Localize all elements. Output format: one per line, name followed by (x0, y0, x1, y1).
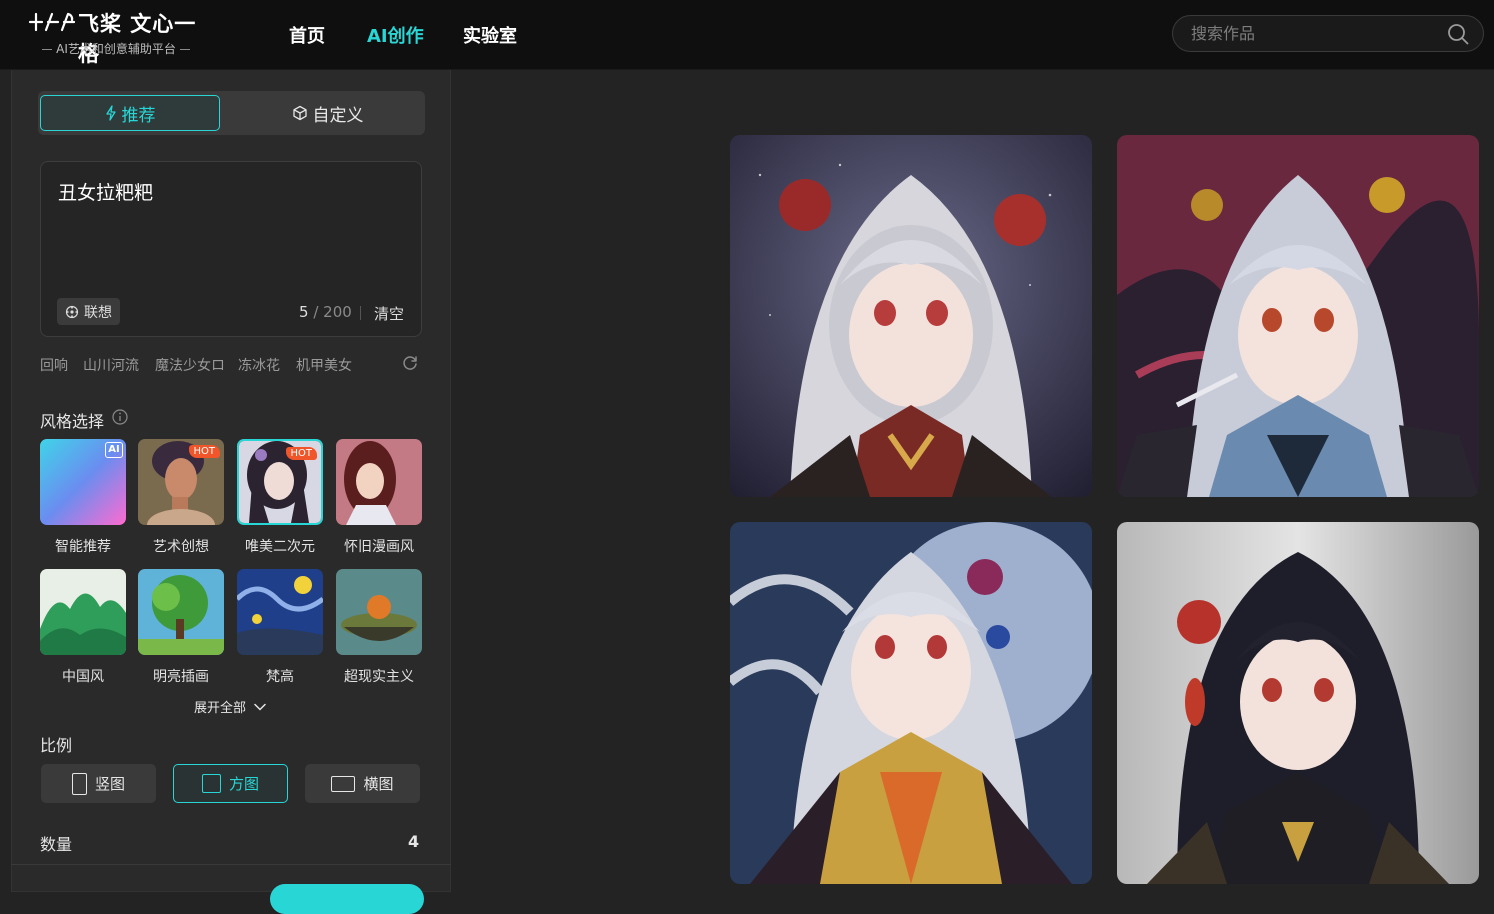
portrait-ratio-icon (71, 772, 87, 795)
char-counter: 5 / 200 (299, 303, 352, 321)
panel-divider (11, 864, 451, 865)
ratio-landscape-button[interactable]: 横图 (305, 764, 420, 803)
ai-badge: AI (105, 442, 123, 458)
logo[interactable]: 飞桨 文心一格 AI艺术和创意辅助平台 (28, 8, 208, 66)
associate-label: 联想 (84, 304, 112, 321)
char-count: 5 (299, 303, 309, 321)
result-image[interactable] (1117, 135, 1479, 497)
surreal-thumb (336, 569, 422, 655)
result-image[interactable] (730, 522, 1092, 884)
style-card-chinese[interactable] (40, 569, 126, 655)
paddle-logo-icon (28, 12, 76, 32)
bright-illustration-thumb (138, 569, 224, 655)
info-icon[interactable] (112, 409, 128, 425)
style-label: 艺术创想 (153, 539, 209, 555)
tab-custom[interactable]: 自定义 (234, 95, 421, 131)
anime-girl-artwork-1 (730, 135, 1092, 497)
ratio-portrait-button[interactable]: 竖图 (41, 764, 156, 803)
divider (360, 306, 361, 320)
chevron-down-icon (254, 703, 266, 711)
nav-home[interactable]: 首页 (289, 22, 325, 48)
search-input[interactable] (1191, 16, 1441, 51)
suggestion-tag[interactable]: 魔法少女ロ (155, 355, 225, 375)
prompt-text[interactable]: 丑女拉粑粑 (58, 178, 153, 205)
ratio-square-button[interactable]: 方图 (173, 764, 288, 803)
ratio-section-title: 比例 (40, 736, 73, 755)
style-card-vangogh[interactable] (237, 569, 323, 655)
prompt-input[interactable]: 丑女拉粑粑 联想 5 / 200 清空 (40, 161, 422, 337)
search-icon[interactable] (1447, 23, 1469, 45)
clear-button[interactable]: 清空 (374, 303, 404, 324)
chinese-landscape-thumb (40, 569, 126, 655)
tab-recommend-label: 推荐 (121, 105, 156, 126)
style-label: 唯美二次元 (245, 539, 315, 555)
result-image[interactable] (730, 135, 1092, 497)
result-image[interactable] (1117, 522, 1479, 884)
associate-button[interactable]: 联想 (57, 298, 120, 325)
ratio-label: 竖图 (94, 775, 125, 793)
hot-badge: HOT (285, 447, 317, 460)
top-header: 飞桨 文心一格 AI艺术和创意辅助平台 首页 AI创作 实验室 (0, 0, 1494, 70)
style-card-retro-comic[interactable] (336, 439, 422, 525)
generate-button[interactable] (270, 884, 424, 914)
mode-tabs: 推荐 自定义 (38, 91, 425, 135)
tab-recommend[interactable]: 推荐 (40, 95, 220, 131)
quantity-value[interactable]: 4 (408, 832, 419, 851)
style-card-smart[interactable]: AI (40, 439, 126, 525)
nav-ai-create[interactable]: AI创作 (367, 22, 424, 48)
ratio-label: 横图 (363, 775, 394, 793)
search-bar (1172, 15, 1484, 52)
style-label: 智能推荐 (55, 539, 111, 555)
suggestion-tag[interactable]: 冻冰花 (238, 355, 280, 375)
sparkle-icon (65, 305, 79, 318)
char-max: / 200 (313, 303, 352, 321)
ratio-label: 方图 (228, 775, 259, 793)
quantity-section-title: 数量 (40, 835, 73, 854)
refresh-icon[interactable] (401, 354, 419, 372)
style-section-title: 风格选择 (40, 412, 105, 431)
logo-title: 飞桨 文心一格 (78, 12, 197, 66)
square-ratio-icon (201, 774, 221, 793)
style-card-anime[interactable]: HOT (237, 439, 323, 525)
anime-girl-artwork-2 (1117, 135, 1479, 497)
expand-all-label: 展开全部 (194, 701, 247, 716)
suggestion-tag[interactable]: 山川河流 (83, 355, 139, 375)
landscape-ratio-icon (331, 775, 356, 792)
style-label: 中国风 (62, 669, 104, 685)
style-card-art[interactable]: HOT (138, 439, 224, 525)
style-card-bright[interactable] (138, 569, 224, 655)
style-label: 梵高 (266, 669, 294, 685)
expand-all-button[interactable]: 展开全部 (194, 697, 266, 716)
tab-custom-label: 自定义 (312, 105, 364, 126)
suggestion-tag[interactable]: 回响 (40, 355, 68, 375)
nav-lab[interactable]: 实验室 (463, 22, 517, 48)
style-label: 明亮插画 (153, 669, 209, 685)
suggestion-tag[interactable]: 机甲美女 (296, 355, 352, 375)
anime-girl-artwork-4 (1117, 522, 1479, 884)
bolt-icon (105, 105, 116, 121)
retro-comic-thumb (336, 439, 422, 525)
style-label: 超现实主义 (344, 669, 414, 685)
style-label: 怀旧漫画风 (344, 539, 414, 555)
cube-icon (292, 105, 307, 121)
hot-badge: HOT (188, 445, 220, 458)
anime-girl-artwork-3 (730, 522, 1092, 884)
vangogh-thumb (237, 569, 323, 655)
logo-subtitle: AI艺术和创意辅助平台 (28, 40, 204, 57)
style-card-surreal[interactable] (336, 569, 422, 655)
